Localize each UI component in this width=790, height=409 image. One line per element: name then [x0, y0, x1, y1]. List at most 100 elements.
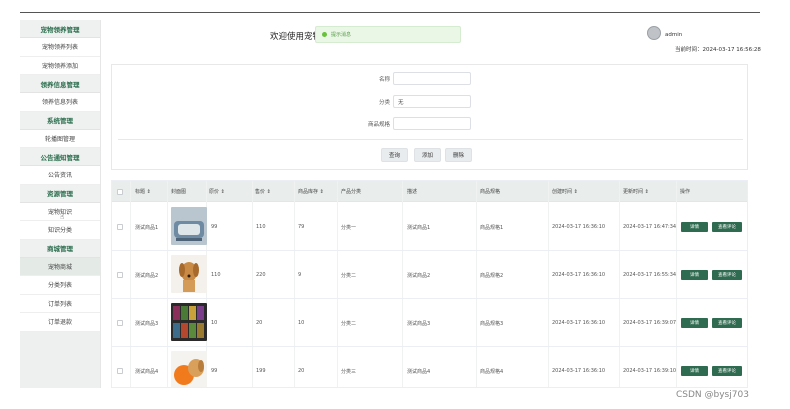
view-review-button[interactable]: 查看评论	[712, 222, 742, 232]
spec-input[interactable]	[393, 117, 471, 130]
detail-button[interactable]: 详情	[681, 270, 708, 280]
avatar[interactable]	[647, 26, 661, 40]
sidebar-filler	[20, 331, 100, 388]
success-icon	[322, 32, 327, 37]
table-row[interactable]: 测试商品2 110 220 9 分类二 测试商品2 商品规格2 2024-03-…	[112, 251, 747, 299]
detail-button[interactable]: 详情	[681, 318, 708, 328]
name-input[interactable]	[393, 72, 471, 85]
cell-created: 2024-03-17 16:36:10	[552, 320, 606, 326]
column-header-stock[interactable]: 商品库存 ⇕	[298, 181, 324, 202]
view-review-button[interactable]: 查看评论	[712, 318, 742, 328]
current-time-value: 2024-03-17 16:56:28	[702, 47, 761, 53]
sidebar-item-adoption-list[interactable]: 宠物领养列表	[20, 38, 100, 57]
watermark: CSDN @bysj703	[676, 390, 749, 400]
select-all-checkbox[interactable]	[117, 181, 123, 202]
username[interactable]: admin	[665, 32, 682, 38]
sidebar-item-order-refund[interactable]: 订单退款	[20, 313, 100, 332]
column-header-category: 产品分类	[341, 189, 362, 195]
sidebar-item-order-list[interactable]: 订单列表	[20, 294, 100, 313]
sidebar-group-resources[interactable]: 资源管理	[20, 184, 100, 203]
table-row[interactable]: 测试商品3 10 20 10 分类二 测试商品3 商品规格3 2024-03-1…	[112, 299, 747, 347]
filter-panel: 名称 分类 无 商品规格 查询 添加 删除	[111, 64, 748, 170]
cell-updated: 2024-03-17 16:47:34	[623, 224, 677, 230]
mouse-cursor-icon: ☝	[60, 213, 65, 221]
cell-price: 199	[256, 368, 266, 374]
view-review-button[interactable]: 查看评论	[712, 270, 742, 280]
sidebar-group-pet-adoption[interactable]: 宠物领养管理	[20, 20, 100, 38]
cell-original-price: 10	[211, 320, 218, 326]
spec-label: 商品规格	[367, 121, 390, 128]
cell-created: 2024-03-17 16:36:10	[552, 368, 606, 374]
cell-price: 220	[256, 272, 266, 278]
cell-spec: 商品规格1	[480, 224, 504, 231]
sidebar-item-adoption-info-list[interactable]: 领养信息列表	[20, 93, 100, 112]
cell-stock: 79	[298, 224, 305, 230]
cell-category: 分类一	[341, 224, 357, 231]
sidebar-group-adoption-info[interactable]: 领养信息管理	[20, 75, 100, 93]
cell-original-price: 110	[211, 272, 221, 278]
cell-spec: 商品规格4	[480, 368, 504, 375]
detail-button[interactable]: 详情	[681, 222, 708, 232]
table-header: 标题 ⇕ 封面图 原价 ⇕ 售价 ⇕ 商品库存 ⇕ 产品分类 描述 商品规格 创…	[112, 181, 747, 202]
column-header-price[interactable]: 售价 ⇕	[255, 181, 271, 202]
cell-updated: 2024-03-17 16:39:10	[623, 368, 677, 374]
sidebar-group-shop[interactable]: 商城管理	[20, 239, 100, 258]
toast-text: 提示消息	[331, 32, 352, 38]
column-header-original-price[interactable]: 原价 ⇕	[209, 181, 225, 202]
product-table: 标题 ⇕ 封面图 原价 ⇕ 售价 ⇕ 商品库存 ⇕ 产品分类 描述 商品规格 创…	[111, 180, 748, 388]
column-header-cover: 封面图	[171, 189, 187, 195]
cell-spec: 商品规格3	[480, 320, 504, 327]
product-image-pet-food	[171, 303, 207, 341]
cell-stock: 20	[298, 368, 305, 374]
sidebar-item-pet-shop[interactable]: 宠物商城	[20, 257, 100, 276]
row-checkbox[interactable]	[117, 251, 123, 299]
cell-title: 测试商品3	[135, 320, 159, 327]
column-header-updated[interactable]: 更新时间 ⇕	[623, 181, 649, 202]
table-row[interactable]: 测试商品1 99 110 79 分类一 测试商品1 商品规格1 2024-03-…	[112, 203, 747, 251]
table-row[interactable]: 测试商品4 99 199 20 分类三 测试商品4 商品规格4 2024-03-…	[112, 347, 747, 387]
column-header-title[interactable]: 标题 ⇕	[135, 181, 151, 202]
cell-price: 20	[256, 320, 263, 326]
sidebar-item-knowledge-category[interactable]: 知识分类	[20, 221, 100, 240]
product-image-dog-toy	[171, 351, 207, 387]
add-button[interactable]: 添加	[414, 148, 441, 162]
sidebar-item-category-list[interactable]: 分类列表	[20, 276, 100, 295]
column-header-spec: 商品规格	[480, 189, 501, 195]
sidebar-item-carousel[interactable]: 轮播图管理	[20, 129, 100, 148]
cell-title: 测试商品2	[135, 272, 159, 279]
product-image-pet-bed	[171, 207, 207, 245]
header: 欢迎使用宠物~ 提示消息 admin 当前时间：2024-03-17 16:56…	[103, 20, 761, 56]
cell-spec: 商品规格2	[480, 272, 504, 279]
current-time: 当前时间：2024-03-17 16:56:28	[675, 45, 761, 53]
view-review-button[interactable]: 查看评论	[712, 366, 742, 376]
sidebar-group-notice[interactable]: 公告通知管理	[20, 148, 100, 166]
cell-updated: 2024-03-17 16:55:34	[623, 272, 677, 278]
cell-stock: 9	[298, 272, 302, 278]
cell-created: 2024-03-17 16:36:10	[552, 224, 606, 230]
row-checkbox[interactable]	[117, 299, 123, 347]
column-header-actions: 操作	[680, 189, 691, 195]
sidebar-group-system[interactable]: 系统管理	[20, 111, 100, 130]
row-checkbox[interactable]	[117, 203, 123, 251]
category-select[interactable]: 无	[393, 95, 471, 108]
name-label: 名称	[378, 76, 390, 83]
column-header-created[interactable]: 创建时间 ⇕	[552, 181, 578, 202]
filter-divider	[118, 139, 743, 140]
current-time-label: 当前时间：	[675, 47, 703, 53]
top-border	[20, 12, 760, 13]
cell-category: 分类二	[341, 272, 357, 279]
cell-title: 测试商品4	[135, 368, 159, 375]
row-checkbox[interactable]	[117, 347, 123, 387]
sidebar-item-adoption-add[interactable]: 宠物领养添加	[20, 56, 100, 75]
cell-desc: 测试商品4	[407, 368, 431, 375]
search-button[interactable]: 查询	[381, 148, 408, 162]
delete-button[interactable]: 删除	[445, 148, 472, 162]
sidebar-item-news[interactable]: 公告资讯	[20, 166, 100, 185]
name-filter: 名称	[360, 72, 471, 85]
cell-category: 分类三	[341, 368, 357, 375]
detail-button[interactable]: 详情	[681, 366, 708, 376]
category-filter: 分类 无	[360, 95, 471, 108]
spec-filter: 商品规格	[360, 117, 471, 130]
success-toast: 提示消息	[315, 26, 461, 43]
cell-title: 测试商品1	[135, 224, 159, 231]
